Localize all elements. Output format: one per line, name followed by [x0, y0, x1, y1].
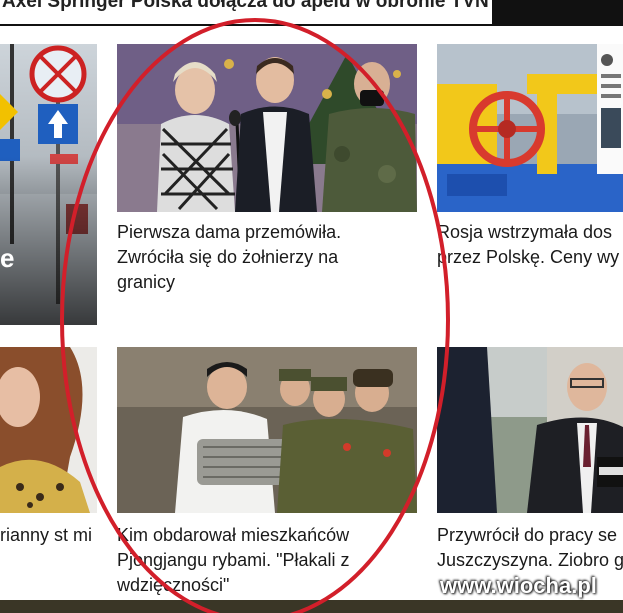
article-thumbnail[interactable] [0, 44, 97, 325]
watermark-text: www.wiocha.pl [440, 573, 597, 598]
article-title[interactable]: Rosja wstrzymała dos przez Polskę. Ceny … [437, 220, 623, 272]
bottom-strip [0, 600, 623, 613]
article-title[interactable]: rianny st mi [0, 523, 97, 575]
article-title[interactable]: Kim obdarował mieszkańców Pjongjangu ryb… [117, 523, 379, 599]
article-title[interactable]: Przywrócił do pracy se Juszczyszyna. Zio… [437, 523, 623, 575]
article-thumbnail[interactable] [437, 44, 623, 212]
article-thumbnail[interactable] [0, 347, 97, 513]
article-title-fragment[interactable]: e [0, 243, 14, 274]
article-thumbnail[interactable] [117, 44, 417, 212]
article-thumbnail[interactable] [437, 347, 623, 513]
top-banner-headline[interactable]: Axel Springer Polska dołącza do apelu w … [0, 0, 492, 24]
article-thumbnail[interactable] [117, 347, 417, 513]
article-title[interactable]: Pierwsza dama przemówiła. Zwróciła się d… [117, 220, 379, 296]
